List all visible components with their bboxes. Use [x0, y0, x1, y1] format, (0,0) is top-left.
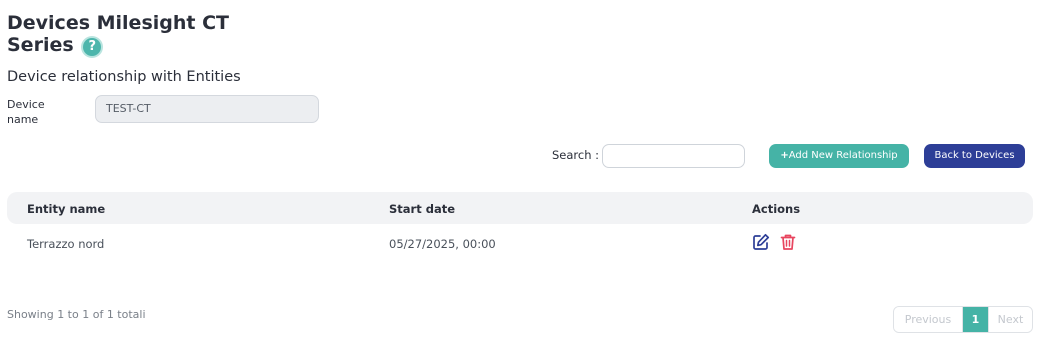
help-icon[interactable]: ?	[83, 38, 102, 56]
plus-icon: +	[780, 150, 789, 161]
column-header-start-date: Start date	[389, 202, 456, 216]
device-name-label: Device name	[7, 98, 45, 126]
column-header-entity-name: Entity name	[27, 202, 106, 216]
column-header-actions: Actions	[752, 202, 801, 216]
cell-entity-name: Terrazzo nord	[27, 237, 105, 251]
add-relationship-button[interactable]: +Add New Relationship	[769, 144, 909, 168]
page-title: Devices Milesight CT Series ?	[7, 12, 229, 56]
next-page-button[interactable]: Next	[988, 307, 1032, 332]
pagination: Previous 1 Next	[893, 306, 1033, 333]
page-title-line1: Devices Milesight CT	[7, 12, 229, 34]
page-number-button[interactable]: 1	[963, 307, 988, 332]
page-subtitle: Device relationship with Entities	[7, 69, 241, 85]
search-label: Search :	[552, 148, 600, 162]
cell-start-date: 05/27/2025, 00:00	[389, 237, 496, 251]
previous-page-button[interactable]: Previous	[894, 307, 963, 332]
device-name-field[interactable]: TEST-CT	[95, 95, 319, 123]
add-relationship-label: Add New Relationship	[788, 150, 898, 161]
table-header: Entity name Start date Actions	[7, 192, 1033, 224]
showing-entries-text: Showing 1 to 1 of 1 totali	[7, 308, 146, 321]
edit-icon[interactable]	[752, 233, 770, 251]
search-input[interactable]	[602, 144, 745, 168]
page-title-line2: Series	[7, 34, 74, 56]
back-to-devices-button[interactable]: Back to Devices	[924, 144, 1025, 168]
trash-icon[interactable]	[779, 233, 797, 251]
